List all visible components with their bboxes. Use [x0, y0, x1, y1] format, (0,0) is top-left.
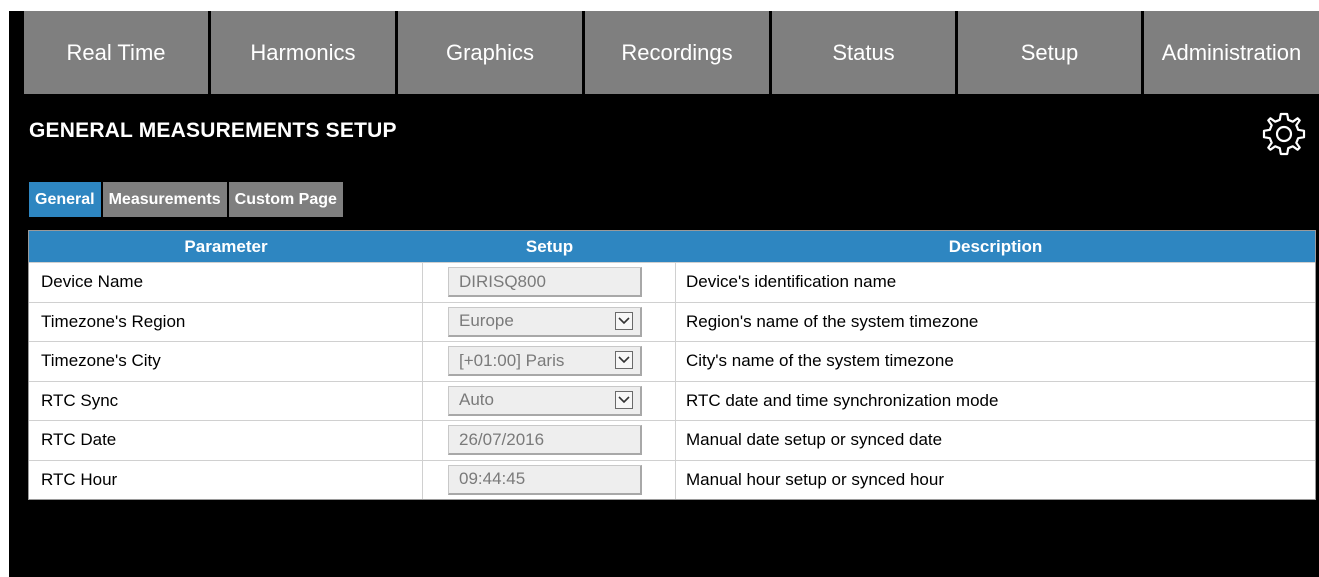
row-description: Region's name of the system timezone — [686, 311, 979, 331]
nav-real-time[interactable]: Real Time — [24, 11, 208, 94]
nav-graphics[interactable]: Graphics — [398, 11, 582, 94]
row-description: RTC date and time synchronization mode — [686, 390, 999, 410]
table-row: Device Name DIRISQ800 Device's identific… — [29, 262, 1315, 302]
header-description: Description — [948, 236, 1043, 256]
table-row: RTC Hour 09:44:45 Manual hour setup or s… — [29, 459, 1315, 499]
row-description: Manual hour setup or synced hour — [686, 469, 944, 489]
select-value: [+01:00] Paris — [459, 350, 565, 370]
chevron-down-icon[interactable] — [615, 390, 633, 409]
timezone-city-select[interactable]: [+01:00] Paris — [448, 346, 642, 377]
row-setup: Auto — [423, 381, 676, 420]
nav-recordings[interactable]: Recordings — [585, 11, 769, 94]
tab-custom-page[interactable]: Custom Page — [228, 182, 343, 217]
nav-harmonics[interactable]: Harmonics — [211, 11, 395, 94]
select-value: Auto — [459, 390, 494, 410]
table-header: Parameter Setup Description — [29, 231, 1315, 262]
device-name-field[interactable]: DIRISQ800 — [448, 267, 642, 298]
row-parameter: Device Name — [29, 263, 423, 302]
app-frame: Real Time Harmonics Graphics Recordings … — [9, 11, 1319, 577]
nav-administration[interactable]: Administration — [1144, 11, 1319, 94]
header-setup: Setup — [525, 236, 574, 256]
row-description: Device's identification name — [686, 272, 897, 292]
rtc-sync-select[interactable]: Auto — [448, 385, 642, 416]
table-row: Timezone's Region Europe Region's name o… — [29, 301, 1315, 341]
header-parameter: Parameter — [184, 236, 268, 256]
tab-measurements[interactable]: Measurements — [102, 182, 227, 217]
chevron-down-icon[interactable] — [615, 351, 633, 370]
row-parameter: Timezone's Region — [29, 302, 423, 341]
table-row: RTC Sync Auto RTC date and time synchron… — [29, 380, 1315, 420]
select-value: Europe — [459, 311, 514, 331]
nav-setup[interactable]: Setup — [958, 11, 1141, 94]
row-parameter: RTC Sync — [29, 381, 423, 420]
row-description: City's name of the system timezone — [686, 351, 954, 371]
row-setup: [+01:00] Paris — [423, 342, 676, 381]
rtc-date-field[interactable]: 26/07/2016 — [448, 425, 642, 456]
table-row: Timezone's City [+01:00] Paris City's na… — [29, 341, 1315, 381]
row-parameter: RTC Date — [29, 421, 423, 460]
page-title: GENERAL MEASUREMENTS SETUP — [29, 119, 397, 142]
table-row: RTC Date 26/07/2016 Manual date setup or… — [29, 420, 1315, 460]
row-parameter: Timezone's City — [29, 342, 423, 381]
row-setup: 09:44:45 — [423, 460, 676, 499]
row-setup: Europe — [423, 302, 676, 341]
setup-table: Parameter Setup Description Device Name … — [28, 230, 1316, 500]
row-setup: DIRISQ800 — [423, 263, 676, 302]
tab-general[interactable]: General — [29, 182, 101, 217]
timezone-region-select[interactable]: Europe — [448, 306, 642, 337]
row-description: Manual date setup or synced date — [686, 430, 943, 450]
sub-tabs: General Measurements Custom Page — [29, 182, 345, 217]
top-nav: Real Time Harmonics Graphics Recordings … — [9, 11, 1319, 94]
gear-icon[interactable] — [1260, 110, 1308, 158]
row-parameter: RTC Hour — [29, 460, 423, 499]
rtc-hour-field[interactable]: 09:44:45 — [448, 464, 642, 495]
nav-status[interactable]: Status — [772, 11, 955, 94]
chevron-down-icon[interactable] — [615, 311, 633, 330]
row-setup: 26/07/2016 — [423, 421, 676, 460]
